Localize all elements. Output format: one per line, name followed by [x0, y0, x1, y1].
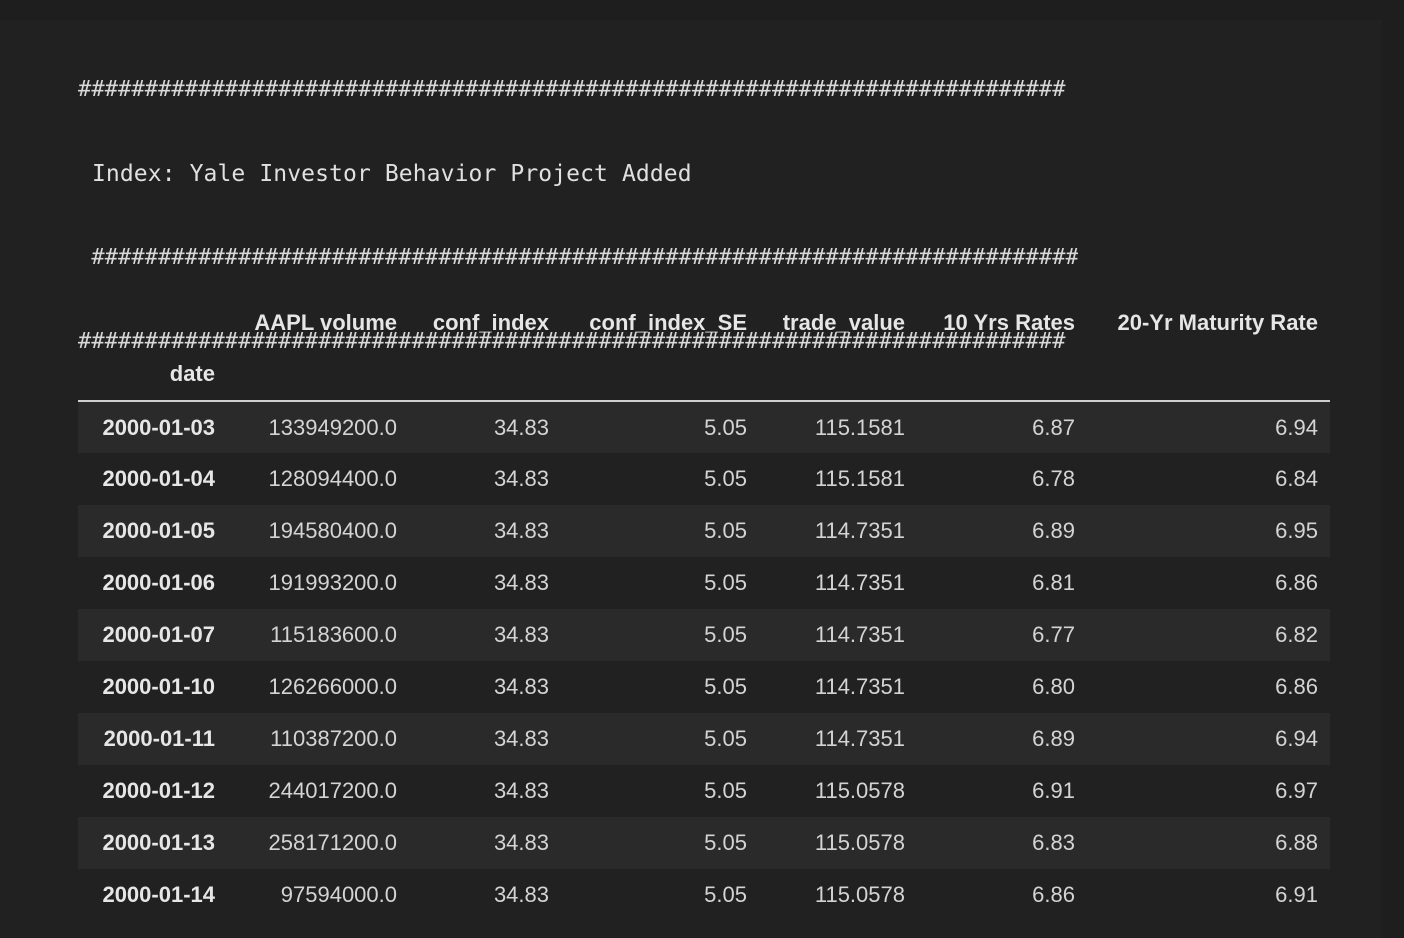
- table-cell: 5.05: [704, 726, 747, 751]
- table-cell: 5.05: [704, 778, 747, 803]
- table-cell: 114.7351: [814, 570, 905, 595]
- row-index-cell: 2000-01-07: [102, 622, 215, 647]
- row-index-cell: 2000-01-14: [102, 882, 215, 907]
- table-cell: 5.05: [704, 674, 747, 699]
- table-row: 2000-01-13 258171200.0 34.83 5.05 115.0578 6.…: [78, 817, 1330, 869]
- table-cell: 34.83: [493, 830, 549, 855]
- table-cell: 6.86: [1032, 882, 1075, 907]
- row-index-cell: 2000-01-03: [102, 414, 215, 440]
- table-cell: 34.83: [493, 622, 549, 647]
- table-cell: 5.05: [704, 466, 747, 491]
- column-header: 20-Yr Maturity Rate: [1117, 310, 1318, 335]
- table-cell: 258171200.0: [268, 830, 397, 855]
- table-cell: 5.05: [704, 414, 747, 440]
- table-row: 2000-01-14 97594000.0 34.83 5.05 115.0578 6.8…: [78, 869, 1330, 921]
- table-cell: 133949200.0: [268, 414, 397, 440]
- table-cell: 6.87: [1032, 414, 1075, 440]
- table-cell: 6.86: [1275, 674, 1318, 699]
- message-line: Index: Yale Investor Behavior Project Ad…: [78, 160, 1078, 188]
- dataframe-output: AAPL volume conf_index conf_index_SE tra…: [78, 298, 1330, 921]
- table-cell: 6.91: [1032, 778, 1075, 803]
- table-cell: 6.97: [1275, 778, 1318, 803]
- table-cell: 128094400.0: [268, 466, 397, 491]
- table-cell: 34.83: [493, 518, 549, 543]
- table-cell: 126266000.0: [268, 674, 397, 699]
- table-cell: 5.05: [704, 882, 747, 907]
- table-cell: 110387200.0: [270, 726, 397, 751]
- row-index-cell: 2000-01-13: [102, 830, 215, 855]
- table-cell: 115.1581: [814, 414, 905, 440]
- table-cell: 6.86: [1275, 570, 1318, 595]
- separator-line: ########################################…: [78, 77, 1066, 102]
- table-cell: 6.89: [1032, 518, 1075, 543]
- table-cell: 34.83: [493, 674, 549, 699]
- message-text: Index: Yale Investor Behavior Project Ad…: [91, 161, 692, 187]
- index-name: date: [169, 361, 215, 386]
- table-cell: 5.05: [704, 830, 747, 855]
- row-index-cell: 2000-01-04: [102, 466, 215, 491]
- table-cell: 6.84: [1275, 466, 1318, 491]
- table-row: 2000-01-06 191993200.0 34.83 5.05 114.7351 6.…: [78, 557, 1330, 609]
- row-index-cell: 2000-01-12: [102, 778, 215, 803]
- table-row: 2000-01-05 194580400.0 34.83 5.05 114.7351 6.…: [78, 505, 1330, 557]
- dataframe-table: AAPL volume conf_index conf_index_SE tra…: [78, 298, 1330, 921]
- column-header-row: AAPL volume conf_index conf_index_SE tra…: [78, 298, 1330, 348]
- table-cell: 34.83: [493, 726, 549, 751]
- table-cell: 115183600.0: [270, 622, 397, 647]
- table-cell: 6.88: [1275, 830, 1318, 855]
- table-cell: 5.05: [704, 622, 747, 647]
- table-cell: 34.83: [493, 570, 549, 595]
- column-header: trade_value: [782, 310, 905, 335]
- table-cell: 114.7351: [814, 518, 905, 543]
- table-cell: 34.83: [493, 882, 549, 907]
- scrollbar-track[interactable]: [1382, 0, 1404, 938]
- table-cell: 6.89: [1032, 726, 1075, 751]
- table-cell: 191993200.0: [268, 570, 397, 595]
- row-index-cell: 2000-01-10: [102, 674, 215, 699]
- row-index-cell: 2000-01-06: [102, 570, 215, 595]
- dataframe-body: 2000-01-03 133949200.0 34.83 5.05 115.1581 6.…: [78, 401, 1330, 921]
- table-cell: 97594000.0: [280, 882, 397, 907]
- table-cell: 6.82: [1275, 622, 1318, 647]
- column-header: conf_index_SE: [589, 310, 747, 335]
- table-row: 2000-01-04 128094400.0 34.83 5.05 115.1581 6.…: [78, 453, 1330, 505]
- table-cell: 6.81: [1032, 570, 1075, 595]
- index-corner-cell: [78, 298, 227, 348]
- table-cell: 5.05: [704, 570, 747, 595]
- table-cell: 115.0578: [814, 882, 905, 907]
- table-row: 2000-01-12 244017200.0 34.83 5.05 115.0578 6.…: [78, 765, 1330, 817]
- table-cell: 6.77: [1032, 622, 1075, 647]
- row-index-cell: 2000-01-11: [103, 726, 215, 751]
- table-cell: 5.05: [704, 518, 747, 543]
- table-cell: 6.95: [1275, 518, 1318, 543]
- table-cell: 6.91: [1275, 882, 1318, 907]
- row-index-cell: 2000-01-05: [102, 518, 215, 543]
- table-cell: 6.83: [1032, 830, 1075, 855]
- table-cell: 244017200.0: [268, 778, 397, 803]
- table-cell: 6.94: [1275, 726, 1318, 751]
- table-cell: 114.7351: [814, 674, 905, 699]
- table-cell: 115.0578: [814, 778, 905, 803]
- table-row: 2000-01-07 115183600.0 34.83 5.05 114.7351 6.…: [78, 609, 1330, 661]
- separator-line: ########################################…: [91, 245, 1078, 270]
- column-header: AAPL volume: [254, 310, 397, 335]
- table-cell: 34.83: [493, 414, 549, 440]
- index-name-row: date: [78, 348, 1330, 401]
- table-cell: 114.7351: [814, 622, 905, 647]
- table-row: 2000-01-03 133949200.0 34.83 5.05 115.1581 6.…: [78, 401, 1330, 453]
- table-cell: 115.1581: [814, 466, 905, 491]
- table-cell: 115.0578: [814, 830, 905, 855]
- table-cell: 6.78: [1032, 466, 1075, 491]
- table-row: 2000-01-11 110387200.0 34.83 5.05 114.7351 6.…: [78, 713, 1330, 765]
- table-cell: 6.80: [1032, 674, 1075, 699]
- table-cell: 6.94: [1275, 414, 1318, 440]
- table-cell: 34.83: [493, 778, 549, 803]
- table-row: 2000-01-10 126266000.0 34.83 5.05 114.7351 6.…: [78, 661, 1330, 713]
- table-cell: 34.83: [493, 466, 549, 491]
- column-header: 10 Yrs Rates: [943, 310, 1075, 335]
- table-cell: 114.7351: [814, 726, 905, 751]
- column-header: conf_index: [432, 310, 549, 335]
- table-cell: 194580400.0: [268, 518, 397, 543]
